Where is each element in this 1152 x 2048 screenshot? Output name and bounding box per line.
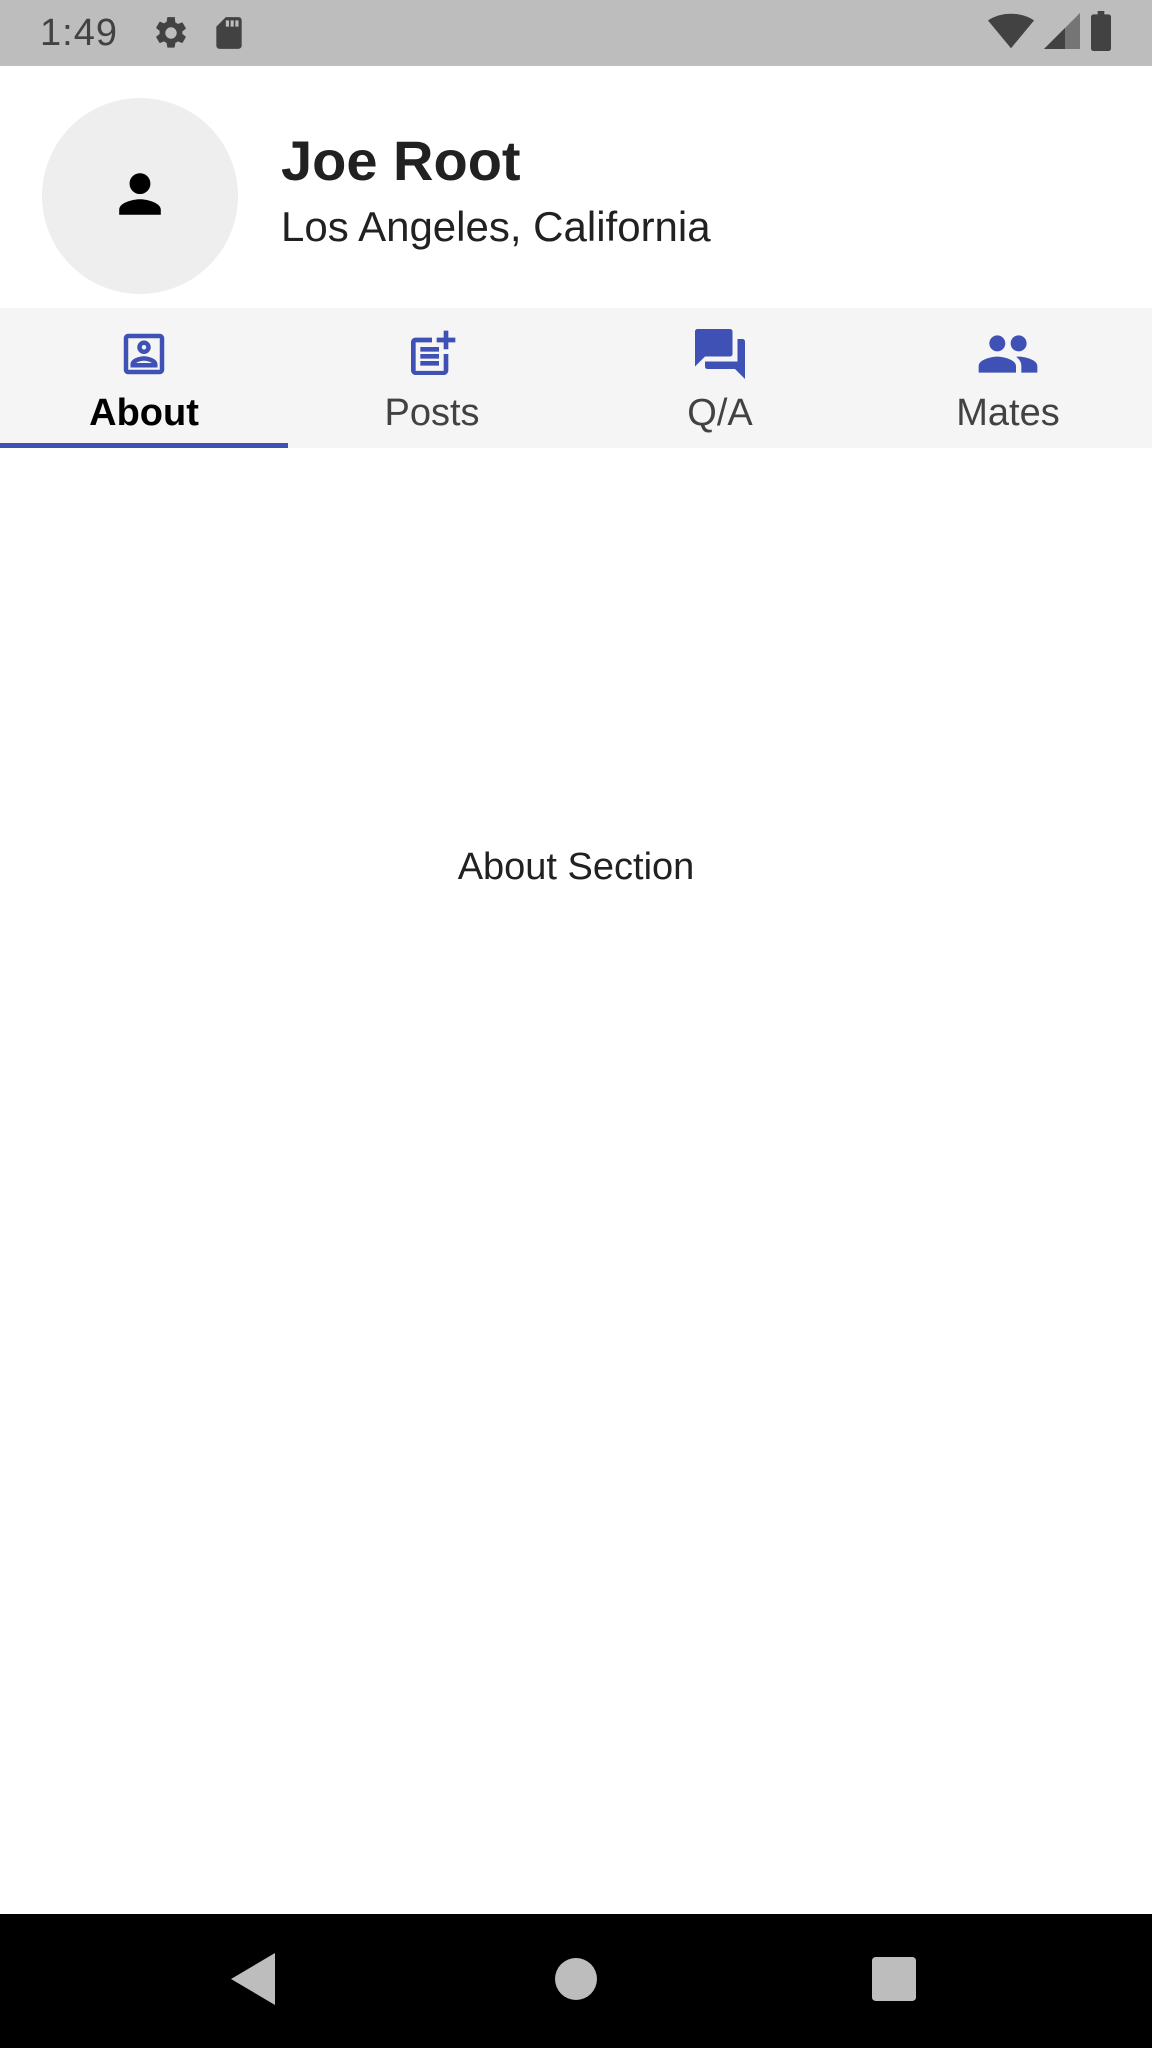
profile-location: Los Angeles, California <box>281 202 711 250</box>
avatar[interactable] <box>42 98 238 294</box>
profile-name: Joe Root <box>281 129 521 192</box>
group-icon <box>976 324 1040 384</box>
tab-label: About <box>89 392 199 434</box>
screen: 1:49 Joe Root Los Angeles, California Ab… <box>0 0 1152 2048</box>
about-content: About Section <box>0 448 1152 1914</box>
profile-header: Joe Root Los Angeles, California <box>0 66 1152 308</box>
tab-posts[interactable]: Posts <box>288 308 576 448</box>
gear-icon <box>152 14 190 52</box>
status-time: 1:49 <box>40 11 118 54</box>
post-add-icon <box>404 324 460 384</box>
wifi-icon <box>988 13 1034 54</box>
tab-label: Posts <box>384 392 480 434</box>
status-bar: 1:49 <box>0 0 1152 66</box>
recents-button[interactable] <box>834 1914 954 2048</box>
sd-card-icon <box>212 14 246 52</box>
tab-qa[interactable]: Q/A <box>576 308 864 448</box>
contact-card-icon <box>117 324 171 384</box>
tab-bar: About Posts Q/A Mates <box>0 308 1152 448</box>
tab-label: Q/A <box>687 392 753 434</box>
cell-signal-icon <box>1044 12 1080 54</box>
tab-label: Mates <box>956 392 1060 434</box>
navigation-bar <box>0 1914 1152 2048</box>
home-icon <box>555 1957 597 2005</box>
forum-icon <box>690 324 750 384</box>
back-icon <box>231 1952 279 2010</box>
person-icon <box>114 168 166 225</box>
tab-about[interactable]: About <box>0 308 288 448</box>
status-right-icons <box>988 10 1112 56</box>
battery-icon <box>1090 10 1112 56</box>
profile-text: Joe Root Los Angeles, California <box>281 130 711 250</box>
home-button[interactable] <box>516 1914 636 2048</box>
recents-icon <box>872 1956 916 2006</box>
tab-mates[interactable]: Mates <box>864 308 1152 448</box>
about-section-text: About Section <box>457 846 695 888</box>
back-button[interactable] <box>195 1914 315 2048</box>
